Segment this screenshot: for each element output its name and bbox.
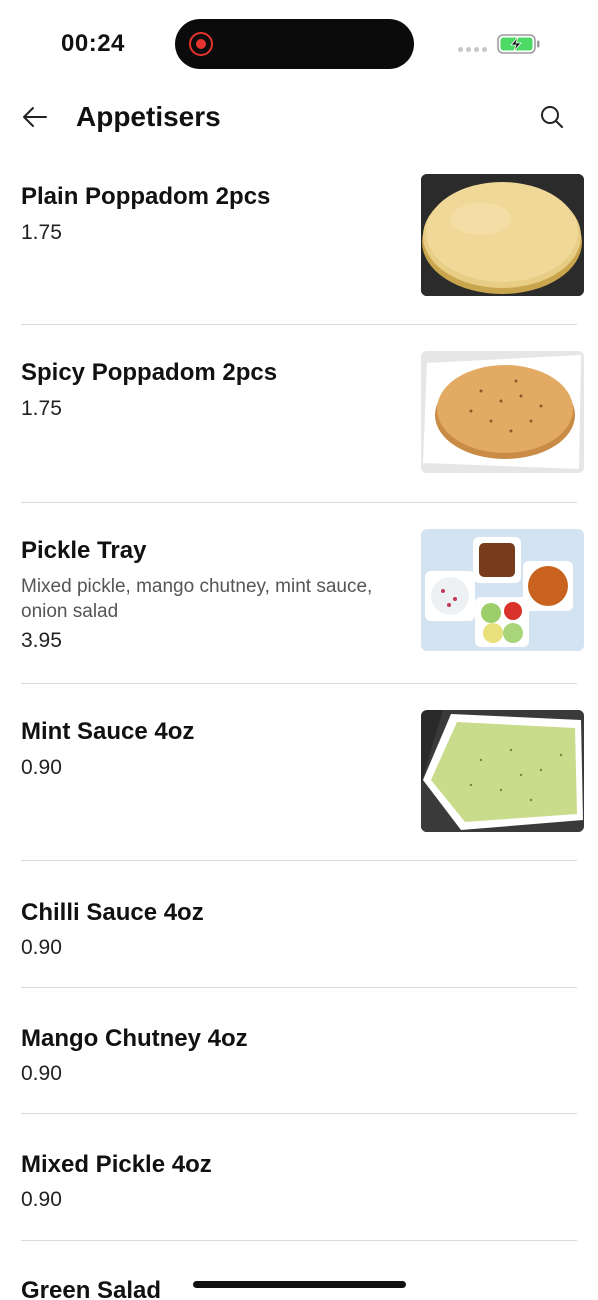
battery-charging-icon: [497, 34, 540, 54]
page-title: Appetisers: [76, 101, 221, 132]
item-name: Mixed Pickle 4oz: [21, 1151, 212, 1178]
menu-item-plain-poppadom[interactable]: Plain Poppadom 2pcs 1.75: [21, 150, 584, 325]
item-name: Chilli Sauce 4oz: [21, 899, 204, 926]
back-button[interactable]: [18, 100, 52, 134]
status-bar: 00:24: [0, 0, 598, 80]
mint-sauce-photo[interactable]: [421, 710, 584, 832]
item-price: 1.75: [21, 397, 62, 420]
item-price: 0.90: [21, 1188, 62, 1211]
item-price: 0.90: [21, 936, 62, 959]
item-description: Mixed pickle, mango chutney, mint sauce,…: [21, 576, 373, 622]
spicy-poppadom-photo[interactable]: [421, 351, 584, 473]
menu-item-mixed-pickle[interactable]: Mixed Pickle 4oz 0.90: [21, 1114, 577, 1241]
item-price: 1.75: [21, 221, 62, 244]
item-price: 3.95: [21, 629, 62, 652]
app-header: Appetisers: [0, 84, 598, 150]
item-price: 0.90: [21, 756, 62, 779]
item-name: Mint Sauce 4oz: [21, 718, 195, 745]
item-name: Mango Chutney 4oz: [21, 1025, 248, 1052]
cellular-signal-icon: [458, 47, 487, 52]
item-name: Green Salad: [21, 1277, 162, 1300]
menu-item-spicy-poppadom[interactable]: Spicy Poppadom 2pcs 1.75: [21, 325, 584, 503]
pickle-tray-photo[interactable]: [421, 529, 584, 651]
item-name: Spicy Poppadom 2pcs: [21, 359, 278, 386]
menu-item-mint-sauce[interactable]: Mint Sauce 4oz 0.90: [21, 684, 584, 861]
menu-item-mango-chutney[interactable]: Mango Chutney 4oz 0.90: [21, 988, 577, 1114]
item-name: Pickle Tray: [21, 537, 147, 564]
menu-item-pickle-tray[interactable]: Pickle Tray Mixed pickle, mango chutney,…: [21, 503, 584, 684]
arrow-left-icon: [23, 107, 47, 127]
search-icon: [541, 106, 563, 128]
recording-icon: [189, 32, 213, 56]
search-button[interactable]: [535, 100, 569, 134]
item-name: Plain Poppadom 2pcs: [21, 183, 271, 210]
status-time: 00:24: [61, 30, 125, 57]
home-indicator[interactable]: [193, 1281, 406, 1288]
menu-item-green-salad[interactable]: Green Salad: [21, 1241, 577, 1300]
plain-poppadom-photo[interactable]: [421, 174, 584, 296]
item-price: 0.90: [21, 1062, 62, 1085]
menu-item-chilli-sauce[interactable]: Chilli Sauce 4oz 0.90: [21, 861, 577, 988]
dynamic-island: [175, 19, 414, 69]
